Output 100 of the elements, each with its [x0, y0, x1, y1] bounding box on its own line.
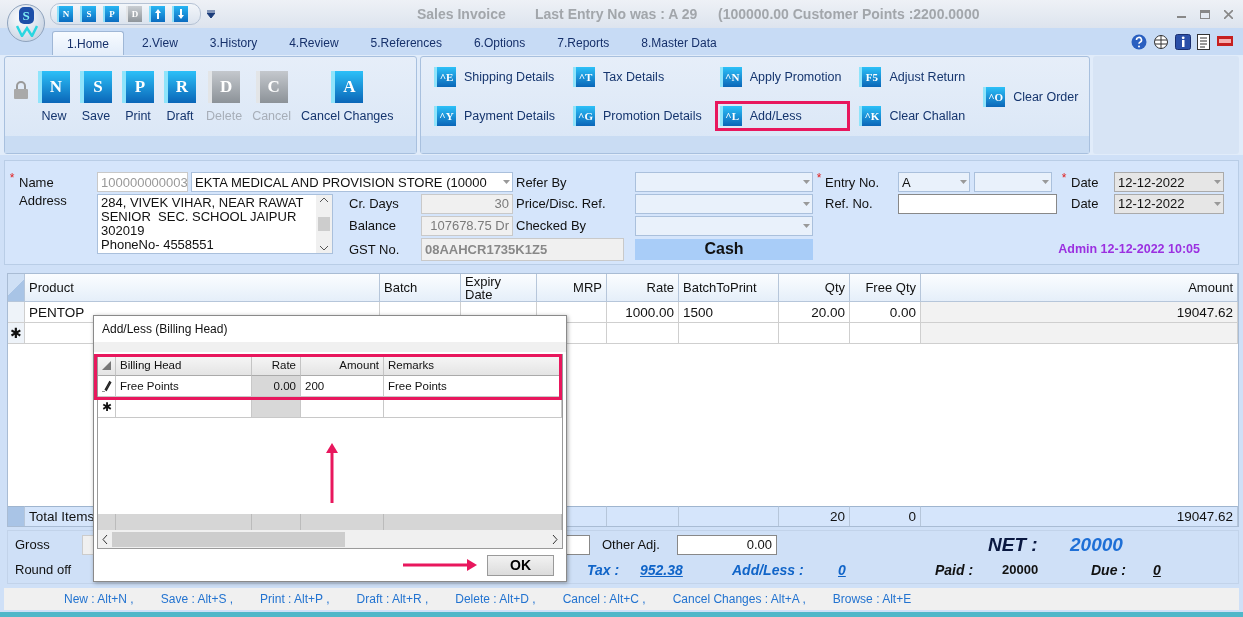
- scroll-left-icon[interactable]: [102, 534, 108, 544]
- padlock-icon[interactable]: [13, 80, 29, 99]
- key-icon: F5: [859, 67, 882, 87]
- ribbon-tab[interactable]: 4.Review: [275, 31, 353, 55]
- ribbon-tab[interactable]: 1.Home: [52, 31, 125, 55]
- column-header[interactable]: Amount: [301, 355, 384, 376]
- ribbon-button[interactable]: ^T Tax Details: [568, 62, 711, 92]
- dropdown-field[interactable]: [635, 193, 813, 214]
- column-header[interactable]: Batch: [380, 274, 461, 302]
- corner-triangle-icon[interactable]: [102, 360, 111, 370]
- key-icon: ^L: [719, 106, 742, 126]
- column-header[interactable]: Rate: [607, 274, 679, 302]
- key-icon: ^O: [983, 86, 1006, 107]
- ribbon-button[interactable]: ^O Clear Order: [978, 81, 1088, 112]
- ribbon-button[interactable]: F5 Adjust Return: [854, 62, 975, 92]
- dropdown-arrow-icon: [802, 180, 810, 184]
- close-icon[interactable]: [1224, 9, 1233, 19]
- address-field[interactable]: 284, VIVEK VIHAR, NEAR RAWAT SENIOR SEC. SCHOOL JAIPUR 302019 PhoneNo- 4558551: [97, 194, 333, 254]
- shortcut-hint: New : Alt+N ,: [64, 592, 134, 606]
- column-header[interactable]: Free Qty: [850, 274, 921, 302]
- exit-icon[interactable]: [1217, 34, 1233, 48]
- key-icon: R: [164, 70, 196, 103]
- user-timestamp: Admin 12-12-2022 10:05: [1057, 242, 1201, 256]
- customize-dropdown-icon[interactable]: [207, 10, 215, 18]
- readonly-field: 107678.75 Dr: [421, 215, 513, 236]
- due-link[interactable]: 0: [1153, 561, 1161, 578]
- summary-cell: [252, 514, 301, 530]
- column-header[interactable]: Qty: [779, 274, 850, 302]
- net-label: NET :: [988, 533, 1039, 556]
- dropdown-arrow-icon: [502, 180, 510, 184]
- document-icon[interactable]: [1197, 34, 1211, 50]
- key-icon: ^N: [719, 67, 742, 87]
- key-icon: P: [122, 70, 154, 103]
- ribbon-button[interactable]: ^L Add/Less: [714, 101, 851, 131]
- dropdown-field[interactable]: [635, 215, 813, 236]
- customer-dropdown[interactable]: EKTA MEDICAL AND PROVISION STORE (10000: [191, 172, 513, 192]
- help-icon[interactable]: [1131, 34, 1147, 50]
- total-cell: 20: [779, 506, 850, 526]
- scroll-up-icon[interactable]: [320, 197, 328, 202]
- shortcut-hint: Browse : Alt+E: [832, 592, 912, 606]
- ok-button[interactable]: OK: [487, 554, 554, 576]
- ribbon-tab[interactable]: 6.Options: [459, 31, 540, 55]
- column-header[interactable]: MRP: [537, 274, 607, 302]
- scroll-right-icon[interactable]: [552, 534, 558, 544]
- other-adj-field[interactable]: 0.00: [677, 534, 777, 555]
- ribbon-button[interactable]: N New: [33, 70, 75, 123]
- field-label: Price/Disc. Ref.: [515, 196, 607, 211]
- net-amount: 20000: [1070, 533, 1123, 556]
- horizontal-scrollbar[interactable]: [98, 530, 562, 548]
- ribbon-tab[interactable]: 3.History: [195, 31, 272, 55]
- field-label: Balance: [348, 218, 397, 233]
- ribbon-button[interactable]: R Draft: [159, 70, 201, 123]
- key-icon: N: [38, 70, 70, 103]
- scroll-down-icon[interactable]: [320, 246, 328, 251]
- globe-icon[interactable]: [1153, 34, 1169, 50]
- tax-link[interactable]: 952.38: [640, 561, 683, 578]
- field-label: Address: [19, 193, 68, 208]
- field-label: Ref. No.: [825, 196, 874, 211]
- pencil-icon: [101, 380, 112, 392]
- ribbon-button[interactable]: A Cancel Changes: [296, 70, 399, 123]
- scroll-thumb[interactable]: [112, 531, 345, 547]
- series-dropdown[interactable]: A: [898, 172, 970, 192]
- readonly-field: 30: [421, 193, 513, 214]
- maximize-icon[interactable]: [1200, 9, 1210, 19]
- ribbon-tab[interactable]: 8.Master Data: [627, 31, 731, 55]
- key-icon: S: [80, 70, 112, 103]
- ribbon-button[interactable]: ^G Promotion Details: [568, 101, 711, 131]
- field-label: Name: [19, 174, 55, 190]
- quick-access-icon[interactable]: [172, 6, 188, 22]
- ribbon-tab[interactable]: 7.Reports: [543, 31, 624, 55]
- ribbon-tab[interactable]: 5.References: [356, 31, 456, 55]
- scroll-thumb[interactable]: [318, 217, 330, 231]
- ribbon-button[interactable]: P Print: [117, 70, 159, 123]
- quick-access-icon[interactable]: [149, 6, 165, 22]
- key-icon: C: [255, 70, 288, 103]
- required-mark: *: [815, 171, 823, 185]
- row-header: [98, 514, 116, 530]
- reference-number-field[interactable]: [898, 193, 1057, 214]
- ribbon-tab[interactable]: 2.View: [128, 31, 192, 55]
- last-entry-text: Last Entry No was : A 29: [535, 6, 699, 22]
- info-icon[interactable]: [1175, 34, 1191, 50]
- ribbon-button[interactable]: ^K Clear Challan: [854, 101, 975, 131]
- field-label: Cr. Days: [348, 196, 400, 211]
- date-picker[interactable]: 12-12-2022: [1114, 193, 1224, 214]
- date-picker[interactable]: 12-12-2022: [1114, 172, 1224, 192]
- column-header[interactable]: BatchToPrint: [679, 274, 779, 302]
- ribbon-button[interactable]: ^N Apply Promotion: [714, 62, 851, 92]
- ribbon-button[interactable]: S Save: [75, 70, 117, 123]
- column-header[interactable]: Billing Head: [116, 355, 252, 376]
- ribbon-button[interactable]: ^Y Payment Details: [429, 101, 564, 131]
- shortcut-hint: Print : Alt+P ,: [260, 592, 330, 606]
- ribbon-button[interactable]: ^E Shipping Details: [429, 62, 564, 92]
- column-header[interactable]: Expiry Date: [461, 274, 537, 302]
- dropdown-field[interactable]: [635, 172, 813, 192]
- column-header[interactable]: Product: [25, 274, 380, 302]
- column-header[interactable]: Rate: [252, 355, 301, 376]
- app-logo[interactable]: S: [7, 4, 45, 42]
- add-less-link[interactable]: 0: [838, 561, 846, 578]
- table-cell: 1000.00: [607, 302, 679, 323]
- other-adj-label: Other Adj.: [602, 537, 661, 552]
